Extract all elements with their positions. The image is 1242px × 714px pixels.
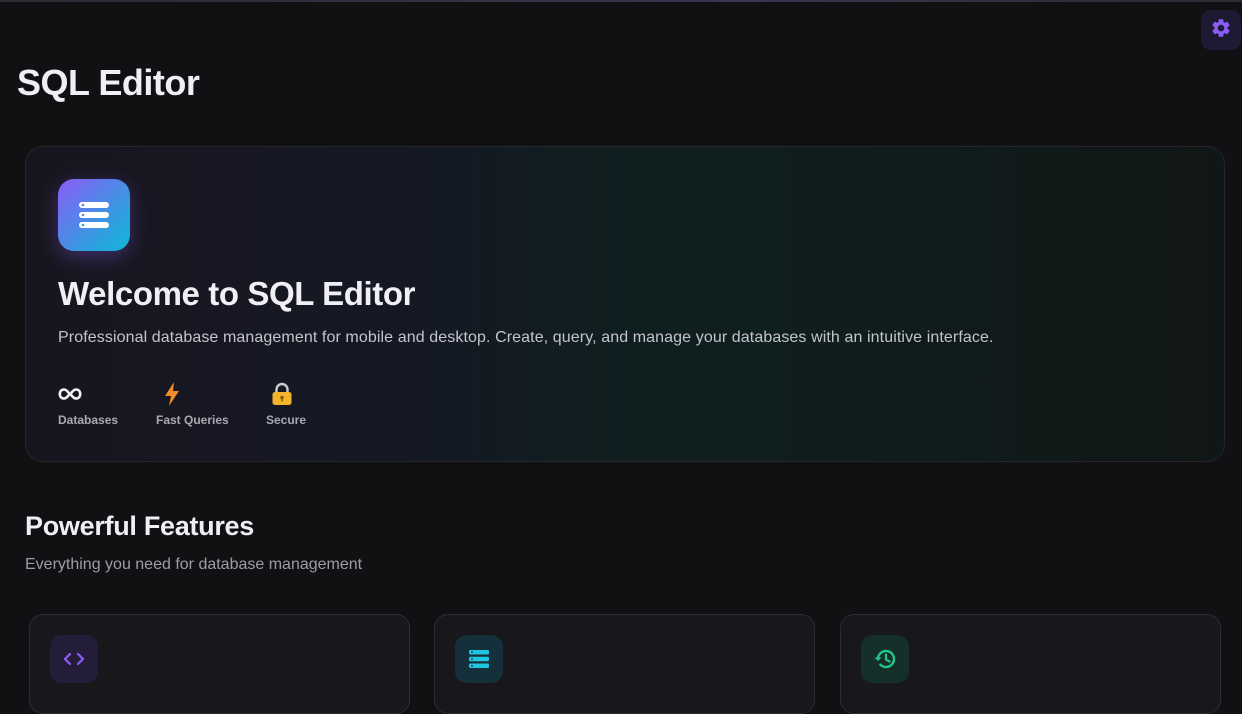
history-icon bbox=[861, 635, 909, 683]
top-border bbox=[0, 0, 1242, 2]
features-subtitle: Everything you need for database managem… bbox=[25, 556, 363, 573]
stat-fast-queries: Fast Queries bbox=[156, 381, 229, 427]
stat-secure: Secure bbox=[266, 381, 306, 427]
lightning-icon bbox=[156, 381, 180, 407]
feature-card-history[interactable] bbox=[840, 614, 1221, 714]
feature-card-database[interactable] bbox=[434, 614, 815, 714]
infinity-icon bbox=[58, 381, 82, 407]
server-stack-icon bbox=[58, 179, 130, 251]
stat-label: Secure bbox=[266, 413, 307, 427]
database-icon bbox=[455, 635, 503, 683]
gear-icon bbox=[1210, 17, 1232, 44]
stat-label: Fast Queries bbox=[156, 413, 229, 427]
features-title: Powerful Features bbox=[25, 511, 254, 541]
stat-label: Databases bbox=[58, 413, 119, 427]
lock-icon bbox=[266, 381, 293, 407]
hero-subtitle: Professional database management for mob… bbox=[58, 329, 994, 346]
code-icon bbox=[50, 635, 98, 683]
settings-button[interactable] bbox=[1201, 10, 1241, 50]
feature-card-code[interactable] bbox=[29, 614, 410, 714]
welcome-hero-card: Welcome to SQL Editor Professional datab… bbox=[25, 146, 1225, 462]
page-title: SQL Editor bbox=[17, 62, 200, 103]
hero-title: Welcome to SQL Editor bbox=[58, 275, 416, 312]
stat-databases: Databases bbox=[58, 381, 118, 427]
